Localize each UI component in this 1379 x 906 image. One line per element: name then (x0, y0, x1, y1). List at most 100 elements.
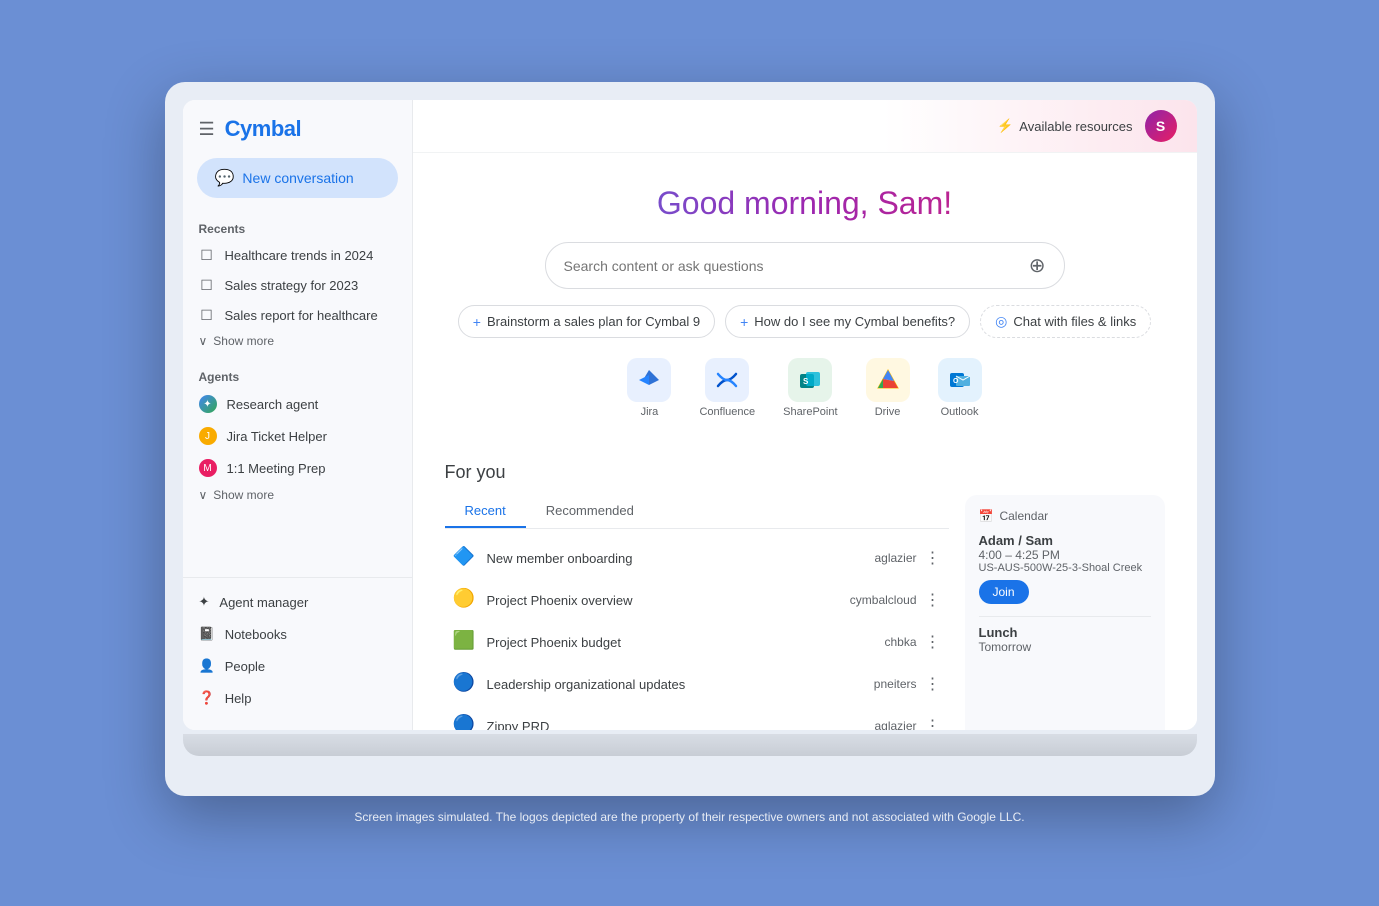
doc-icon-3: ☐ (199, 307, 215, 323)
file-name-2: Project Phoenix overview (487, 593, 850, 608)
file-menu-5[interactable]: ⋮ (925, 716, 941, 730)
file-user-4: pneiters (874, 677, 917, 691)
file-icon-5: 🔵 (453, 714, 477, 730)
available-resources[interactable]: ⚡ Available resources (997, 118, 1132, 134)
quick-chip-files[interactable]: ◎ Chat with files & links (980, 305, 1151, 338)
search-add-icon[interactable]: ⊕ (1029, 253, 1046, 278)
agent-manager-label: Agent manager (219, 595, 308, 610)
sidebar-item-help[interactable]: ❓ Help (183, 682, 412, 714)
calendar-title: Calendar (999, 509, 1048, 523)
chevron-down-icon-agents: ∨ (199, 488, 208, 502)
app-icon-confluence[interactable]: Confluence (699, 358, 755, 418)
agent-manager-icon: ✦ (199, 594, 210, 610)
sidebar-item-recent-3[interactable]: ☐ Sales report for healthcare (183, 300, 412, 330)
doc-icon-1: ☐ (199, 247, 215, 263)
file-user-5: aglazier (874, 719, 916, 730)
file-menu-4[interactable]: ⋮ (925, 674, 941, 694)
app-icon-sharepoint[interactable]: S SharePoint (783, 358, 837, 418)
file-menu-2[interactable]: ⋮ (925, 590, 941, 610)
new-conversation-label: New conversation (242, 170, 353, 186)
recents-show-more[interactable]: ∨ Show more (183, 330, 412, 352)
calendar-event-1: Adam / Sam 4:00 – 4:25 PM US-AUS-500W-25… (979, 533, 1151, 604)
cal-event-time-2: Tomorrow (979, 640, 1151, 654)
meeting-agent-icon: M (199, 459, 217, 477)
file-name-1: New member onboarding (487, 551, 875, 566)
table-row[interactable]: 🔵 Zippy PRD aglazier ⋮ (445, 705, 949, 730)
cal-event-time-1: 4:00 – 4:25 PM (979, 548, 1151, 562)
recent-files-panel: Recent Recommended 🔷 New member onboardi… (445, 495, 949, 730)
sidebar-item-agent-jira[interactable]: J Jira Ticket Helper (183, 420, 412, 452)
tab-recent[interactable]: Recent (445, 495, 526, 528)
cal-event-title-2: Lunch (979, 625, 1151, 640)
for-you-title: For you (445, 462, 506, 483)
available-resources-label: Available resources (1019, 119, 1132, 134)
app-icon-jira[interactable]: Jira (627, 358, 671, 418)
agents-section-title: Agents (183, 362, 412, 388)
chip-icon-1: + (473, 314, 481, 330)
agents-show-more-label: Show more (213, 488, 274, 502)
calendar-event-2: Lunch Tomorrow (979, 625, 1151, 654)
search-input[interactable] (564, 258, 1029, 274)
main-content: ⚡ Available resources S Good morning, Sa… (413, 100, 1197, 730)
table-row[interactable]: 🔷 New member onboarding aglazier ⋮ (445, 537, 949, 579)
quick-chip-benefits[interactable]: + How do I see my Cymbal benefits? (725, 305, 970, 338)
sidebar-item-recent-1[interactable]: ☐ Healthcare trends in 2024 (183, 240, 412, 270)
app-icons-row: Jira Confluence (433, 358, 1177, 418)
notebooks-icon: 📓 (199, 626, 215, 642)
menu-icon[interactable]: ☰ (199, 119, 215, 140)
for-you-header: For you (445, 462, 1165, 483)
tab-recommended[interactable]: Recommended (526, 495, 654, 528)
file-icon-3: 🟩 (453, 630, 477, 654)
calendar-divider (979, 616, 1151, 617)
file-user-1: aglazier (874, 551, 916, 565)
file-name-5: Zippy PRD (487, 719, 875, 731)
people-icon: 👤 (199, 658, 215, 674)
app-icon-outlook[interactable]: O Outlook (938, 358, 982, 418)
recents-section-title: Recents (183, 214, 412, 240)
sidebar-item-agent-manager[interactable]: ✦ Agent manager (183, 586, 412, 618)
top-bar: ⚡ Available resources S (413, 100, 1197, 153)
greeting: Good morning, Sam! (433, 185, 1177, 222)
file-menu-3[interactable]: ⋮ (925, 632, 941, 652)
table-row[interactable]: 🟡 Project Phoenix overview cymbalcloud ⋮ (445, 579, 949, 621)
sidebar-item-agent-research[interactable]: ✦ Research agent (183, 388, 412, 420)
chip-label-2: How do I see my Cymbal benefits? (754, 314, 955, 329)
sidebar-item-recent-2[interactable]: ☐ Sales strategy for 2023 (183, 270, 412, 300)
cal-event-title-1: Adam / Sam (979, 533, 1151, 548)
agents-show-more[interactable]: ∨ Show more (183, 484, 412, 506)
table-row[interactable]: 🔵 Leadership organizational updates pnei… (445, 663, 949, 705)
sidebar-item-people[interactable]: 👤 People (183, 650, 412, 682)
calendar-header: 📅 Calendar (979, 509, 1151, 523)
agent-meeting-label: 1:1 Meeting Prep (227, 461, 326, 476)
app-icon-drive[interactable]: Drive (866, 358, 910, 418)
sidebar-header: ☰ Cymbal (183, 116, 412, 158)
quick-chip-brainstorm[interactable]: + Brainstorm a sales plan for Cymbal 9 (458, 305, 715, 338)
chip-icon-3: ◎ (995, 313, 1007, 330)
show-more-label: Show more (213, 334, 274, 348)
calendar-icon: 📅 (979, 509, 994, 523)
file-user-2: cymbalcloud (850, 593, 917, 607)
quick-actions: + Brainstorm a sales plan for Cymbal 9 +… (433, 305, 1177, 338)
research-agent-icon: ✦ (199, 395, 217, 413)
file-menu-1[interactable]: ⋮ (925, 548, 941, 568)
agent-research-label: Research agent (227, 397, 319, 412)
people-label: People (225, 659, 265, 674)
file-icon-2: 🟡 (453, 588, 477, 612)
recent-item-label-1: Healthcare trends in 2024 (225, 248, 374, 263)
file-name-4: Leadership organizational updates (487, 677, 874, 692)
search-bar: ⊕ (545, 242, 1065, 289)
new-conversation-button[interactable]: 💬 New conversation (197, 158, 398, 198)
recent-item-label-3: Sales report for healthcare (225, 308, 378, 323)
sidebar-item-notebooks[interactable]: 📓 Notebooks (183, 618, 412, 650)
logo: Cymbal (225, 116, 301, 142)
for-you-layout: Recent Recommended 🔷 New member onboardi… (445, 495, 1165, 730)
svg-text:S: S (803, 377, 809, 386)
table-row[interactable]: 🟩 Project Phoenix budget chbka ⋮ (445, 621, 949, 663)
chip-label-3: Chat with files & links (1013, 314, 1136, 329)
sidebar-item-agent-meeting[interactable]: M 1:1 Meeting Prep (183, 452, 412, 484)
avatar[interactable]: S (1145, 110, 1177, 142)
new-conv-icon: 💬 (215, 168, 235, 188)
jira-agent-icon: J (199, 427, 217, 445)
join-button[interactable]: Join (979, 580, 1029, 604)
chevron-down-icon: ∨ (199, 334, 208, 348)
